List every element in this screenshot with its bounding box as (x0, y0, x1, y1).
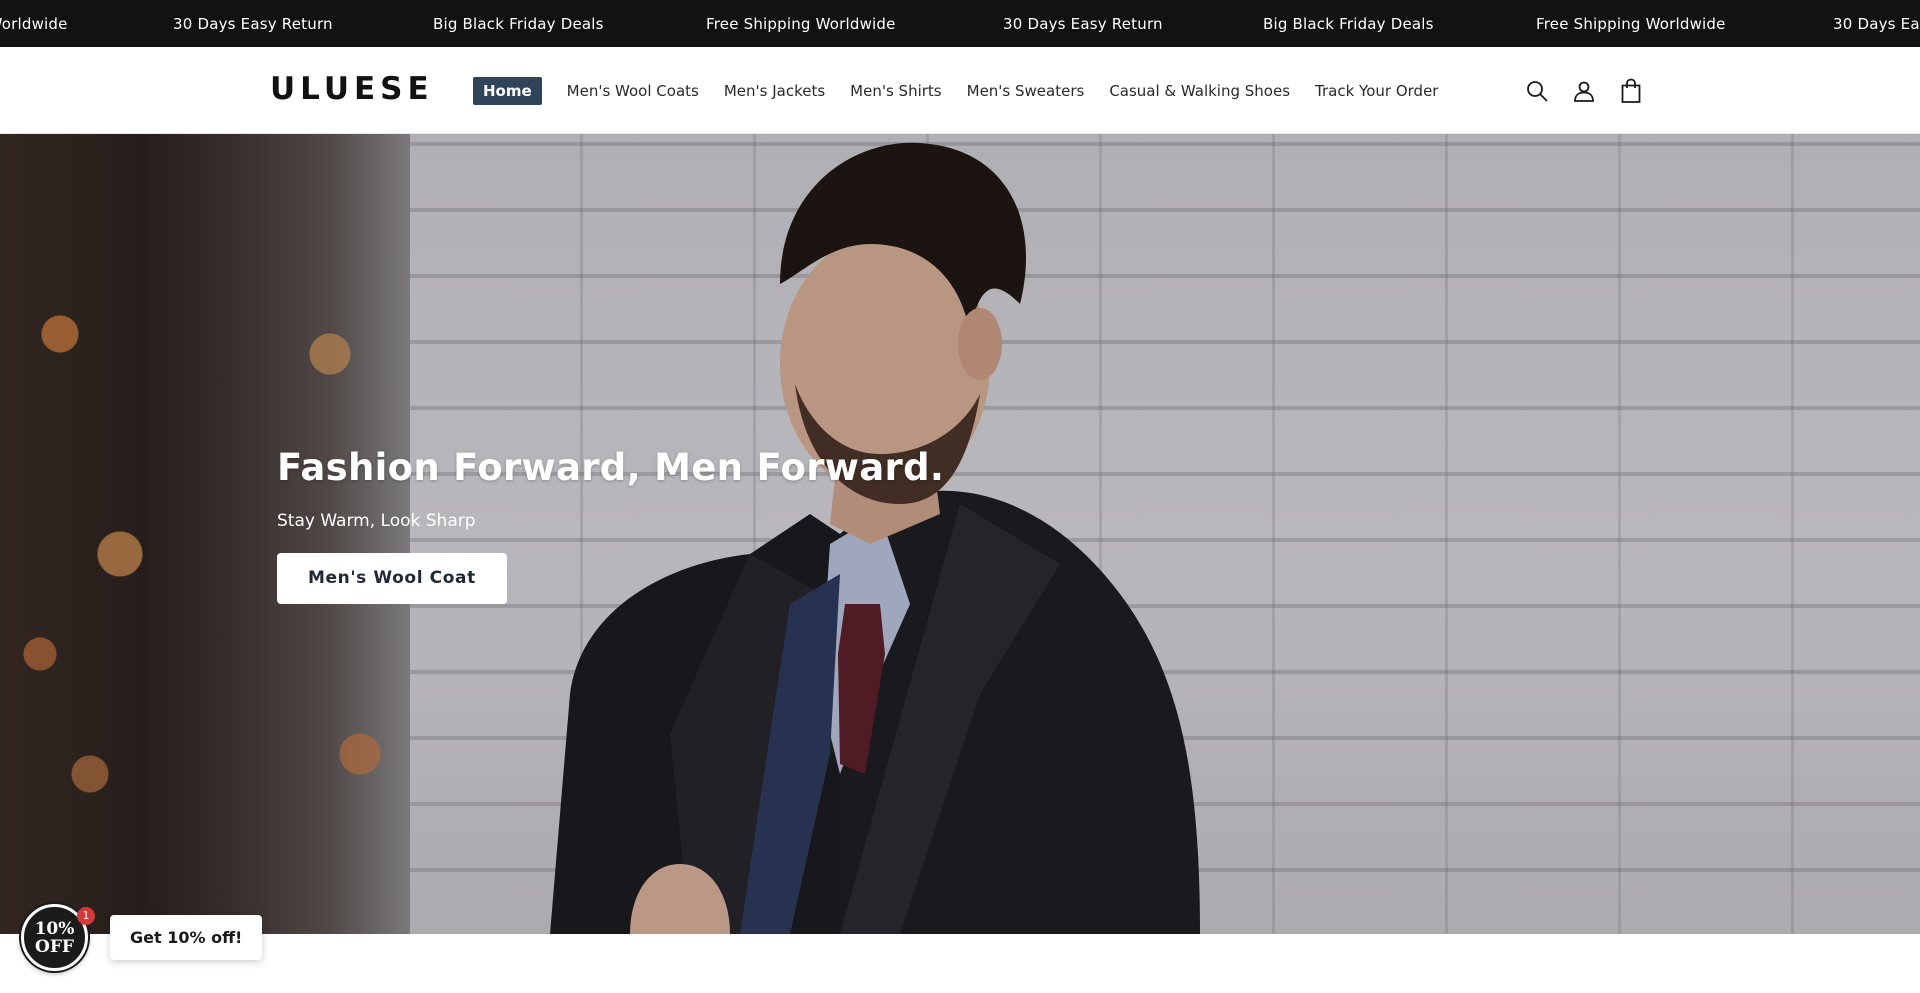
announcement-item: 30 Days Easy Return (1003, 14, 1163, 33)
nav-casual-walking-shoes[interactable]: Casual & Walking Shoes (1109, 82, 1290, 100)
hero-banner: Fashion Forward, Men Forward. Stay Warm,… (0, 134, 1920, 934)
announcement-item: 30 Days Easy Return (1833, 14, 1920, 33)
nav-home[interactable]: Home (473, 77, 542, 105)
hero-subtitle: Stay Warm, Look Sharp (277, 511, 476, 531)
hero-title: Fashion Forward, Men Forward. (277, 446, 945, 489)
notification-count-badge: 1 (77, 907, 95, 925)
main-nav: Home Men's Wool Coats Men's Jackets Men'… (473, 76, 1463, 106)
announcement-item: Free Shipping Worldwide (1536, 14, 1726, 33)
cart-icon[interactable] (1618, 78, 1644, 104)
announcement-item: 30 Days Easy Return (173, 14, 333, 33)
discount-badge-off: OFF (35, 936, 74, 957)
announcement-item: Big Black Friday Deals (1263, 14, 1434, 33)
nav-mens-shirts[interactable]: Men's Shirts (850, 82, 941, 100)
get-discount-button[interactable]: Get 10% off! (110, 915, 263, 960)
announcement-track: Free Shipping Worldwide 30 Days Easy Ret… (0, 0, 1920, 47)
nav-mens-jackets[interactable]: Men's Jackets (724, 82, 825, 100)
announcement-item: Free Shipping Worldwide (706, 14, 896, 33)
site-logo[interactable]: ULUESE (270, 71, 434, 107)
announcement-item: Free Shipping Worldwide (0, 14, 68, 33)
nav-mens-sweaters[interactable]: Men's Sweaters (967, 82, 1085, 100)
announcement-bar: Free Shipping Worldwide 30 Days Easy Ret… (0, 0, 1920, 47)
account-icon[interactable] (1571, 78, 1597, 104)
announcement-item: Big Black Friday Deals (433, 14, 604, 33)
nav-track-your-order[interactable]: Track Your Order (1315, 82, 1438, 100)
discount-badge-percent: 10% (34, 918, 75, 939)
hero-content: Fashion Forward, Men Forward. Stay Warm,… (277, 446, 944, 604)
nav-mens-wool-coats[interactable]: Men's Wool Coats (567, 82, 699, 100)
site-header: ULUESE Home Men's Wool Coats Men's Jacke… (0, 47, 1920, 134)
header-icons (1524, 76, 1644, 106)
shop-mens-wool-coat-button[interactable]: Men's Wool Coat (277, 553, 507, 604)
search-icon[interactable] (1524, 78, 1550, 104)
